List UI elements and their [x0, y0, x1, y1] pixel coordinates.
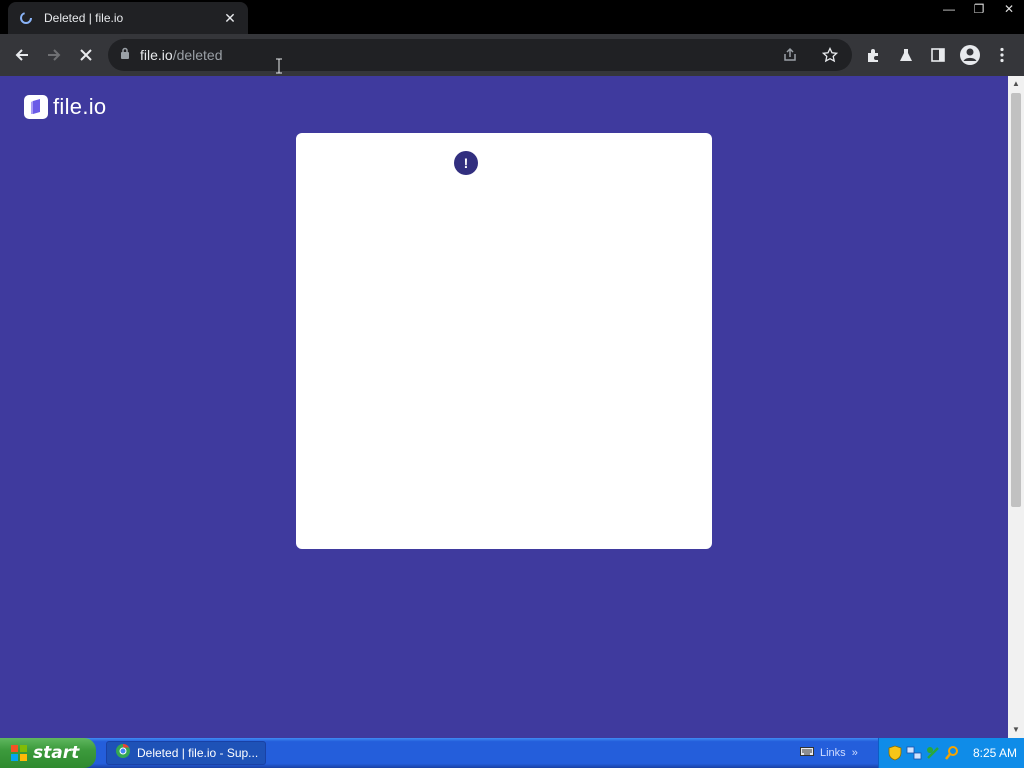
menu-icon[interactable]	[986, 39, 1018, 71]
start-label: start	[33, 743, 80, 763]
labs-icon[interactable]	[890, 39, 922, 71]
star-icon[interactable]	[814, 39, 846, 71]
stop-icon[interactable]	[70, 39, 102, 71]
side-panel-icon[interactable]	[922, 39, 954, 71]
restore-button[interactable]: ❐	[964, 0, 994, 18]
alert-icon: !	[454, 151, 478, 175]
links-chevron-icon[interactable]: »	[852, 747, 858, 759]
text-cursor-icon	[275, 58, 283, 74]
url-host: file.io	[140, 47, 173, 63]
screen: Deleted | file.io ✕ — ❐ ✕ file.io /delet…	[0, 0, 1024, 768]
taskbar-item-label: Deleted | file.io - Sup...	[137, 746, 259, 760]
toolbar-actions	[858, 39, 1018, 71]
start-button[interactable]: start	[0, 738, 96, 768]
fileio-logo[interactable]: file.io	[24, 94, 106, 120]
deleted-card: !	[296, 133, 712, 549]
omnibox-actions	[774, 39, 846, 71]
profile-icon[interactable]	[954, 39, 986, 71]
loading-spinner-icon	[18, 10, 34, 26]
close-window-button[interactable]: ✕	[994, 0, 1024, 18]
links-toolbar[interactable]: Links »	[800, 738, 858, 768]
scroll-down-icon[interactable]: ▼	[1012, 726, 1020, 734]
tab-strip: Deleted | file.io ✕ — ❐ ✕	[0, 0, 1024, 34]
page-content: file.io !	[0, 76, 1008, 738]
address-bar[interactable]: file.io /deleted	[108, 39, 852, 71]
extensions-icon[interactable]	[858, 39, 890, 71]
minimize-button[interactable]: —	[934, 0, 964, 18]
search-icon[interactable]	[944, 745, 960, 761]
system-tray: 8:25 AM	[878, 738, 1024, 768]
tab-title: Deleted | file.io	[44, 11, 124, 25]
security-shield-icon[interactable]	[887, 745, 903, 761]
lock-icon[interactable]	[120, 46, 130, 64]
window-controls: — ❐ ✕	[934, 0, 1024, 18]
fileio-logo-icon	[24, 95, 48, 119]
taskbar-item-browser[interactable]: Deleted | file.io - Sup...	[106, 741, 266, 765]
chrome-icon	[115, 743, 131, 764]
browser-tab[interactable]: Deleted | file.io ✕	[8, 2, 248, 34]
tab-close-icon[interactable]: ✕	[222, 10, 238, 27]
page-scrollbar[interactable]: ▲ ▼	[1008, 76, 1024, 738]
windows-flag-icon	[10, 744, 28, 762]
url-path: /deleted	[172, 47, 223, 63]
share-icon[interactable]	[774, 39, 806, 71]
keyboard-icon	[800, 744, 814, 762]
forward-icon[interactable]	[38, 39, 70, 71]
taskbar: start Deleted | file.io - Sup... Links »	[0, 738, 1024, 768]
update-icon[interactable]	[925, 745, 941, 761]
scrollbar-thumb[interactable]	[1011, 93, 1021, 507]
network-icon[interactable]	[906, 745, 922, 761]
clock: 8:25 AM	[973, 746, 1018, 760]
links-label: Links	[820, 747, 846, 759]
scroll-up-icon[interactable]: ▲	[1012, 80, 1020, 88]
logo-text: file.io	[53, 94, 107, 119]
back-icon[interactable]	[6, 39, 38, 71]
browser-toolbar: file.io /deleted	[0, 34, 1024, 76]
